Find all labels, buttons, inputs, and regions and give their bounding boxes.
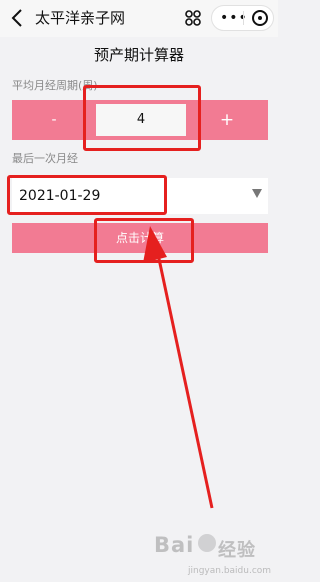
page-title: 预产期计算器 xyxy=(93,46,184,64)
date-value: 2021-01-29 xyxy=(19,188,101,204)
app-title: 太平洋亲子网 xyxy=(35,9,126,27)
last-period-date-picker[interactable]: 2021-01-29 xyxy=(12,178,268,214)
calculate-button[interactable]: 点击计算 xyxy=(12,223,268,253)
increment-button[interactable]: + xyxy=(186,100,268,140)
cycle-stepper: - 4 + xyxy=(12,100,268,140)
menu-capsule: ••• xyxy=(211,5,274,31)
top-bar: 太平洋亲子网 ••• xyxy=(0,0,278,37)
scan-icon[interactable] xyxy=(181,6,205,30)
watermark-domain: jingyan.baidu.com xyxy=(188,566,272,576)
cycle-label: 平均月经周期(周) xyxy=(12,79,98,92)
back-icon[interactable] xyxy=(9,7,27,29)
cycle-input[interactable]: 4 xyxy=(96,104,186,136)
dropdown-arrow-icon xyxy=(252,189,262,198)
watermark-brand: Bai xyxy=(154,533,195,557)
decrement-button[interactable]: - xyxy=(12,100,96,140)
paw-logo-icon xyxy=(198,534,216,552)
last-period-label: 最后一次月经 xyxy=(12,152,78,165)
close-miniprogram-icon[interactable] xyxy=(252,10,268,26)
capsule-divider xyxy=(243,11,244,25)
watermark-brand2: 经验 xyxy=(218,540,256,561)
